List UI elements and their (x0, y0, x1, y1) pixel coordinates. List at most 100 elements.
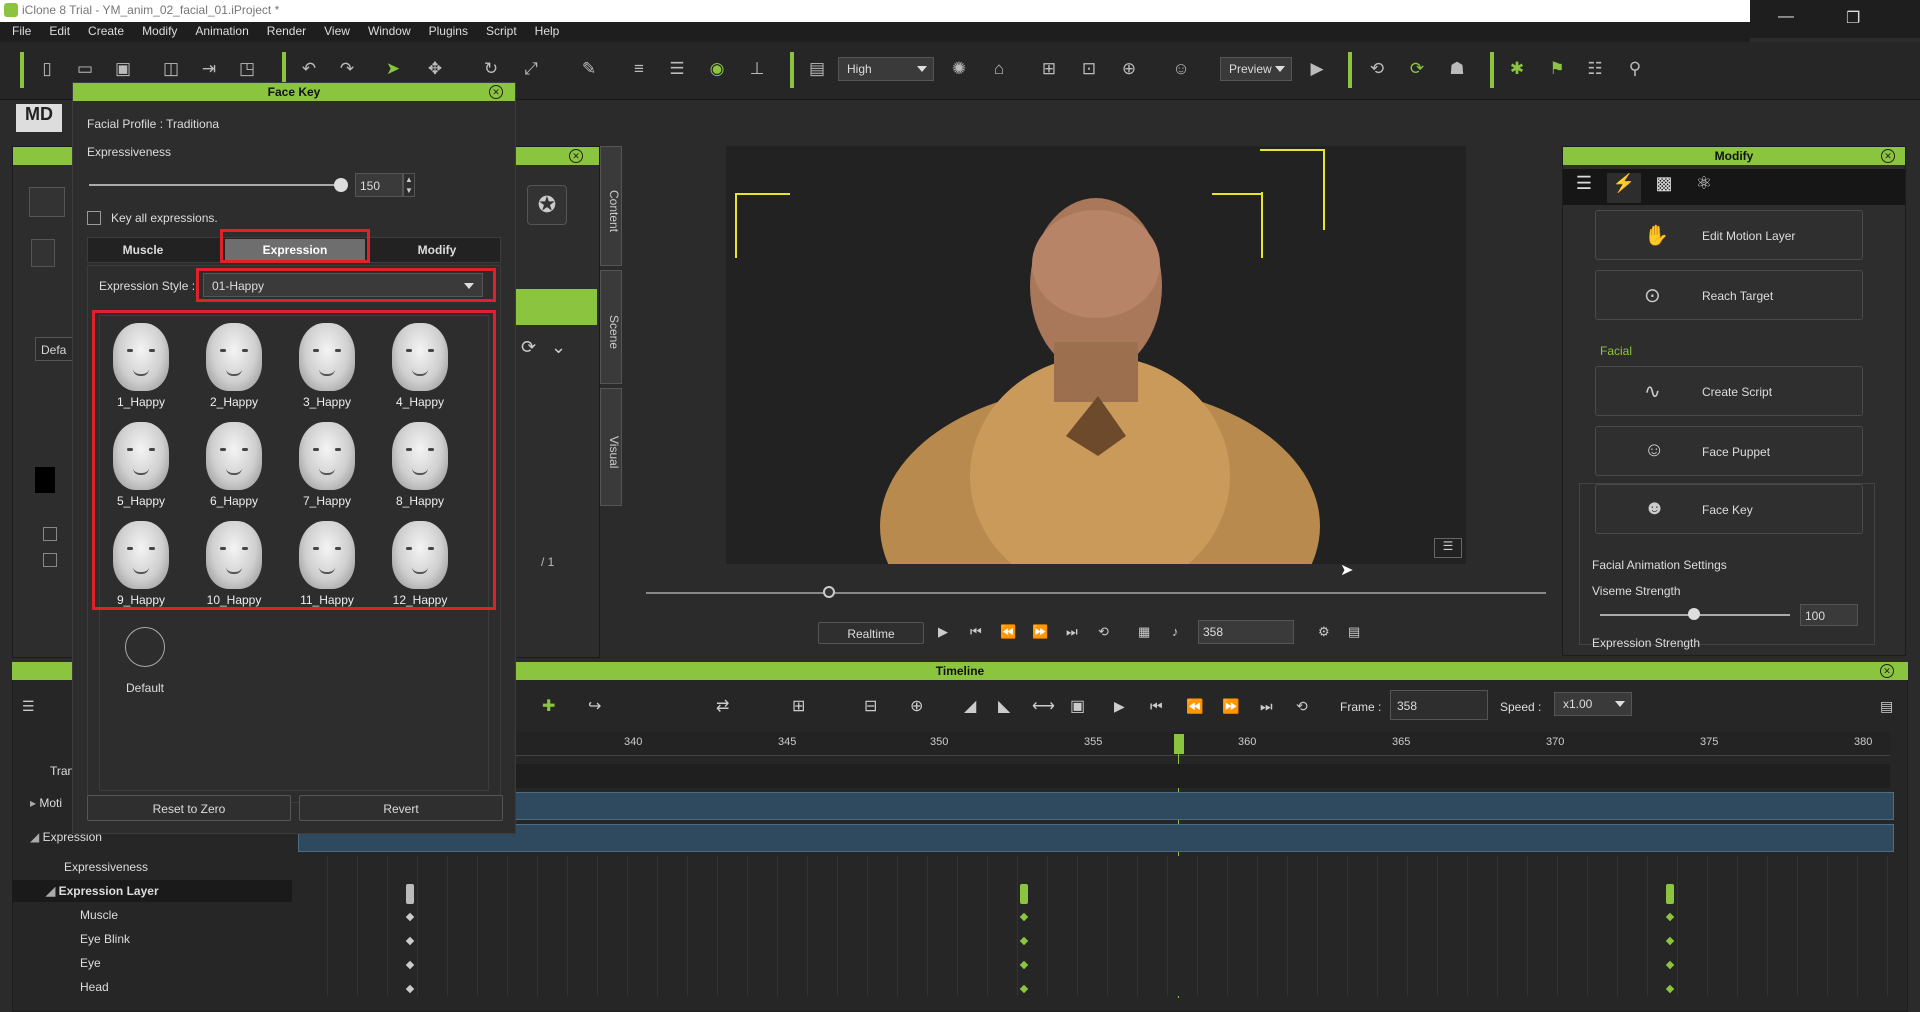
menu-create[interactable]: Create (88, 24, 124, 38)
track-expression-layer[interactable]: ◢ Expression Layer (46, 884, 324, 908)
viseme-slider-handle[interactable] (1688, 608, 1700, 620)
tab-visual[interactable]: Visual (600, 388, 622, 506)
undo-icon[interactable]: ↶ (298, 58, 320, 80)
expressiveness-value-field[interactable]: 150 (355, 173, 403, 197)
import-icon[interactable]: ◫ (160, 58, 182, 80)
revert-button[interactable]: Revert (299, 795, 503, 821)
checker-icon[interactable]: ▩ (1647, 173, 1681, 203)
fit-icon[interactable]: ⊞ (1038, 58, 1060, 80)
record-camera-icon[interactable]: ▶ (1306, 58, 1328, 80)
track-head[interactable]: Head (80, 980, 358, 1004)
track-muscle[interactable]: Muscle (80, 908, 358, 932)
default-tab[interactable]: Defa (35, 337, 75, 361)
face-cam-icon[interactable]: ☺ (1170, 58, 1192, 80)
tl-loop-icon[interactable]: ⟲ (1296, 698, 1308, 715)
pick-parent-icon[interactable]: ⊥ (746, 58, 768, 80)
default-expression-circle[interactable] (125, 627, 165, 667)
music-note-icon[interactable]: ♪ (1172, 624, 1179, 639)
restore-icon[interactable]: ❐ (1846, 8, 1860, 28)
new-file-icon[interactable]: ▯ (36, 58, 58, 80)
menu-window[interactable]: Window (368, 24, 411, 38)
frame-field[interactable]: 358 (1390, 690, 1488, 720)
menu-plugins[interactable]: Plugins (429, 24, 468, 38)
viewport-timeline-slider[interactable] (646, 592, 1546, 594)
actor-icon[interactable]: ✱ (1506, 58, 1528, 80)
keyframe[interactable] (406, 884, 414, 904)
expressiveness-slider-handle[interactable] (334, 178, 348, 192)
create-script-button[interactable]: ∿ Create Script (1595, 366, 1863, 416)
export-icon[interactable]: ⇥ (198, 58, 220, 80)
panel-icon[interactable]: ▤ (1348, 624, 1360, 640)
curve-icon[interactable]: ↪ (588, 696, 601, 716)
goto-end-icon[interactable]: ⏭ (1066, 624, 1078, 640)
edit-motion-layer-button[interactable]: ✋ Edit Motion Layer (1595, 210, 1863, 260)
goto-start-icon[interactable]: ⏮ (970, 624, 982, 640)
expression-key-area[interactable] (298, 856, 1890, 996)
menu-view[interactable]: View (324, 24, 350, 38)
expressiveness-spinner[interactable]: ▲ ▼ (403, 173, 415, 197)
face-puppet-button[interactable]: ☺ Face Puppet (1595, 426, 1863, 476)
mark-in-icon[interactable]: ◢ (964, 696, 976, 716)
speed-dropdown[interactable]: x1.00 (1554, 692, 1632, 716)
timeline-settings-icon[interactable]: ▤ (1880, 698, 1893, 715)
quality-dropdown[interactable]: High (838, 57, 934, 81)
close-icon[interactable]: ✕ (1880, 664, 1894, 678)
crowd-icon[interactable]: ☗ (1446, 58, 1468, 80)
sliders-icon[interactable]: ☰ (1567, 173, 1601, 203)
tab-muscle[interactable]: Muscle (93, 243, 193, 257)
prev-frame-icon[interactable]: ⏪ (1000, 624, 1016, 640)
tab-modify[interactable]: Modify (387, 243, 487, 257)
move-icon[interactable]: ✥ (424, 58, 446, 80)
viseme-value-field[interactable]: 100 (1800, 604, 1858, 626)
scale-icon[interactable]: ⤢ (520, 58, 542, 80)
refresh-icon[interactable]: ⟳ (521, 337, 536, 358)
tab-content[interactable]: Content (600, 146, 622, 266)
close-icon[interactable]: ✕ (489, 85, 503, 99)
motion-icon[interactable]: ⟳ (1406, 58, 1428, 80)
home-camera-icon[interactable]: ⌂ (988, 58, 1010, 80)
viewport-slider-handle[interactable] (823, 586, 835, 598)
insert-icon[interactable]: ⊞ (792, 696, 805, 716)
tl-next-icon[interactable]: ⏩ (1222, 698, 1239, 715)
menu-render[interactable]: Render (267, 24, 306, 38)
save-icon[interactable]: ▣ (112, 58, 134, 80)
track-list-icon[interactable]: ☰ (22, 698, 35, 715)
next-frame-icon[interactable]: ⏩ (1032, 624, 1048, 640)
playhead-marker[interactable] (1174, 734, 1184, 754)
atom-icon[interactable]: ⚛ (1687, 173, 1721, 203)
loop-icon[interactable]: ⟲ (1098, 624, 1109, 640)
transform-track[interactable] (298, 764, 1890, 788)
mark-out-icon[interactable]: ◣ (998, 696, 1010, 716)
chevron-down-circle-icon[interactable]: ⌄ (551, 337, 566, 358)
reach-target-button[interactable]: ⊙ Reach Target (1595, 270, 1863, 320)
fit-range-icon[interactable]: ⟷ (1032, 696, 1055, 716)
keyframe[interactable] (1020, 884, 1028, 904)
split-icon[interactable]: ⊟ (864, 696, 877, 716)
settings-gear-icon[interactable]: ⚙ (1318, 624, 1330, 640)
checkbox[interactable] (43, 553, 57, 567)
minimize-icon[interactable]: — (1778, 8, 1794, 26)
document-icon[interactable] (31, 239, 55, 267)
checkbox[interactable] (43, 527, 57, 541)
pen-icon[interactable]: ✎ (578, 58, 600, 80)
flag-icon[interactable]: ⚑ (1546, 58, 1568, 80)
menu-animation[interactable]: Animation (195, 24, 248, 38)
tl-play-icon[interactable]: ▶ (1114, 698, 1125, 715)
film-reel-icon[interactable]: ✪ (527, 185, 567, 225)
zoom-icon[interactable]: ⊕ (910, 696, 923, 716)
reset-to-zero-button[interactable]: Reset to Zero (87, 795, 291, 821)
chat-bubble-icon[interactable]: ☰ (1434, 538, 1462, 558)
track-eye[interactable]: Eye (80, 956, 358, 980)
expressiveness-slider[interactable] (89, 184, 341, 186)
viewport-3d[interactable]: ☰ (726, 146, 1466, 666)
light-icon[interactable]: ✺ (948, 58, 970, 80)
list-icon[interactable]: ☷ (1584, 58, 1606, 80)
tl-prev-icon[interactable]: ⏪ (1186, 698, 1203, 715)
menu-help[interactable]: Help (535, 24, 560, 38)
usd-icon[interactable]: ◳ (236, 58, 258, 80)
menu-script[interactable]: Script (486, 24, 517, 38)
menu-edit[interactable]: Edit (49, 24, 70, 38)
rotate-icon[interactable]: ↻ (480, 58, 502, 80)
folder-icon[interactable] (29, 187, 65, 217)
tl-end-icon[interactable]: ⏭ (1260, 698, 1273, 715)
